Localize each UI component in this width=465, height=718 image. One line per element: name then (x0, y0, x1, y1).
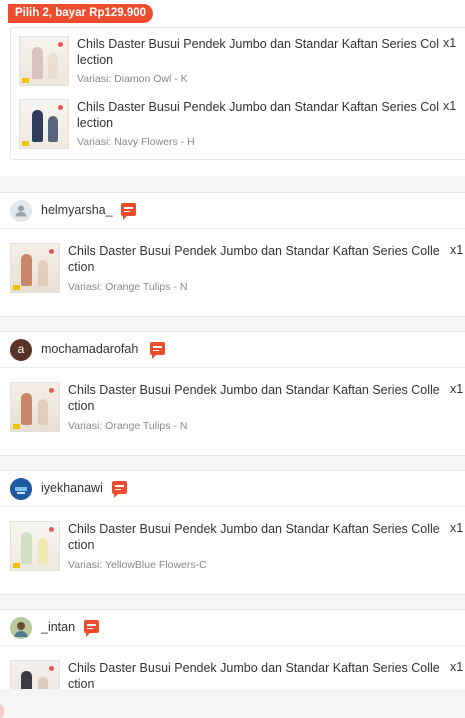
order-card: iyekhanawi Chils Daster Busui Pendek Jum… (0, 470, 465, 595)
chat-bubble-icon[interactable] (121, 203, 136, 220)
product-title[interactable]: Chils Daster Busui Pendek Jumbo dan Stan… (77, 99, 439, 131)
avatar[interactable] (10, 478, 32, 500)
product-thumbnail[interactable] (10, 521, 60, 571)
buyer-header: _intan (0, 610, 465, 646)
product-variant: Variasi: Orange Tulips - N (68, 281, 188, 293)
avatar-letter: a (17, 342, 25, 356)
bundle-promo-tag: Pilih 2, bayar Rp129.900 (8, 4, 154, 23)
product-title[interactable]: Chils Daster Busui Pendek Jumbo dan Stan… (77, 36, 439, 68)
product-thumbnail[interactable] (10, 382, 60, 432)
chat-bubble-icon[interactable] (150, 342, 165, 359)
order-item[interactable]: Chils Daster Busui Pendek Jumbo dan Stan… (10, 521, 465, 577)
chat-bubble-icon[interactable] (112, 481, 127, 498)
product-variant: Variasi: Orange Tulips - N (68, 420, 188, 432)
order-item[interactable]: Chils Daster Busui Pendek Jumbo dan Stan… (10, 382, 465, 438)
product-quantity: x1 (450, 243, 464, 257)
product-thumbnail[interactable] (10, 243, 60, 293)
buyer-username[interactable]: _intan (41, 620, 75, 634)
product-thumbnail[interactable] (19, 36, 69, 86)
order-card: helmyarsha_ Chils Daster Busui Pendek Ju… (0, 192, 465, 317)
product-title[interactable]: Chils Daster Busui Pendek Jumbo dan Stan… (68, 243, 443, 275)
product-quantity: x1 (450, 660, 464, 674)
product-quantity: x1 (450, 382, 464, 396)
avatar[interactable] (10, 200, 32, 222)
bundle-item[interactable]: Chils Daster Busui Pendek Jumbo dan Stan… (19, 99, 465, 155)
profile-picture-icon (10, 617, 32, 639)
buyer-header: a mochamadarofah (0, 332, 465, 368)
profile-picture-icon (10, 478, 32, 500)
product-variant: Variasi: YellowBlue Flowers-C (68, 559, 207, 571)
bundle-deal-section: Pilih 2, bayar Rp129.900 Chils Daster Bu… (0, 0, 465, 176)
product-variant: Variasi: Navy Flowers - H (77, 136, 195, 148)
avatar[interactable] (10, 617, 32, 639)
bundle-items-box: Chils Daster Busui Pendek Jumbo dan Stan… (10, 27, 465, 160)
buyer-username[interactable]: iyekhanawi (41, 481, 103, 495)
buyer-header: helmyarsha_ (0, 193, 465, 229)
buyer-header: iyekhanawi (0, 471, 465, 507)
user-silhouette-icon (15, 205, 27, 217)
order-card: _intan Chils Daster Busui Pendek Jumbo d… (0, 609, 465, 689)
avatar[interactable]: a (10, 339, 32, 361)
product-quantity: x1 (450, 521, 464, 535)
bundle-item[interactable]: Chils Daster Busui Pendek Jumbo dan Stan… (19, 36, 465, 92)
product-quantity: x1 (443, 99, 457, 113)
floating-button-edge[interactable] (0, 704, 4, 718)
product-title[interactable]: Chils Daster Busui Pendek Jumbo dan Stan… (68, 382, 443, 414)
order-card: a mochamadarofah Chils Daster Busui Pend… (0, 331, 465, 456)
product-thumbnail[interactable] (10, 660, 60, 689)
product-title[interactable]: Chils Daster Busui Pendek Jumbo dan Stan… (68, 660, 443, 689)
order-item[interactable]: Chils Daster Busui Pendek Jumbo dan Stan… (10, 660, 465, 689)
product-variant: Variasi: Diamon Owl - K (77, 73, 188, 85)
buyer-username[interactable]: mochamadarofah (41, 342, 138, 356)
buyer-username[interactable]: helmyarsha_ (41, 203, 113, 217)
product-quantity: x1 (443, 36, 457, 50)
product-title[interactable]: Chils Daster Busui Pendek Jumbo dan Stan… (68, 521, 443, 553)
chat-bubble-icon[interactable] (84, 620, 99, 637)
order-item[interactable]: Chils Daster Busui Pendek Jumbo dan Stan… (10, 243, 465, 299)
product-thumbnail[interactable] (19, 99, 69, 149)
